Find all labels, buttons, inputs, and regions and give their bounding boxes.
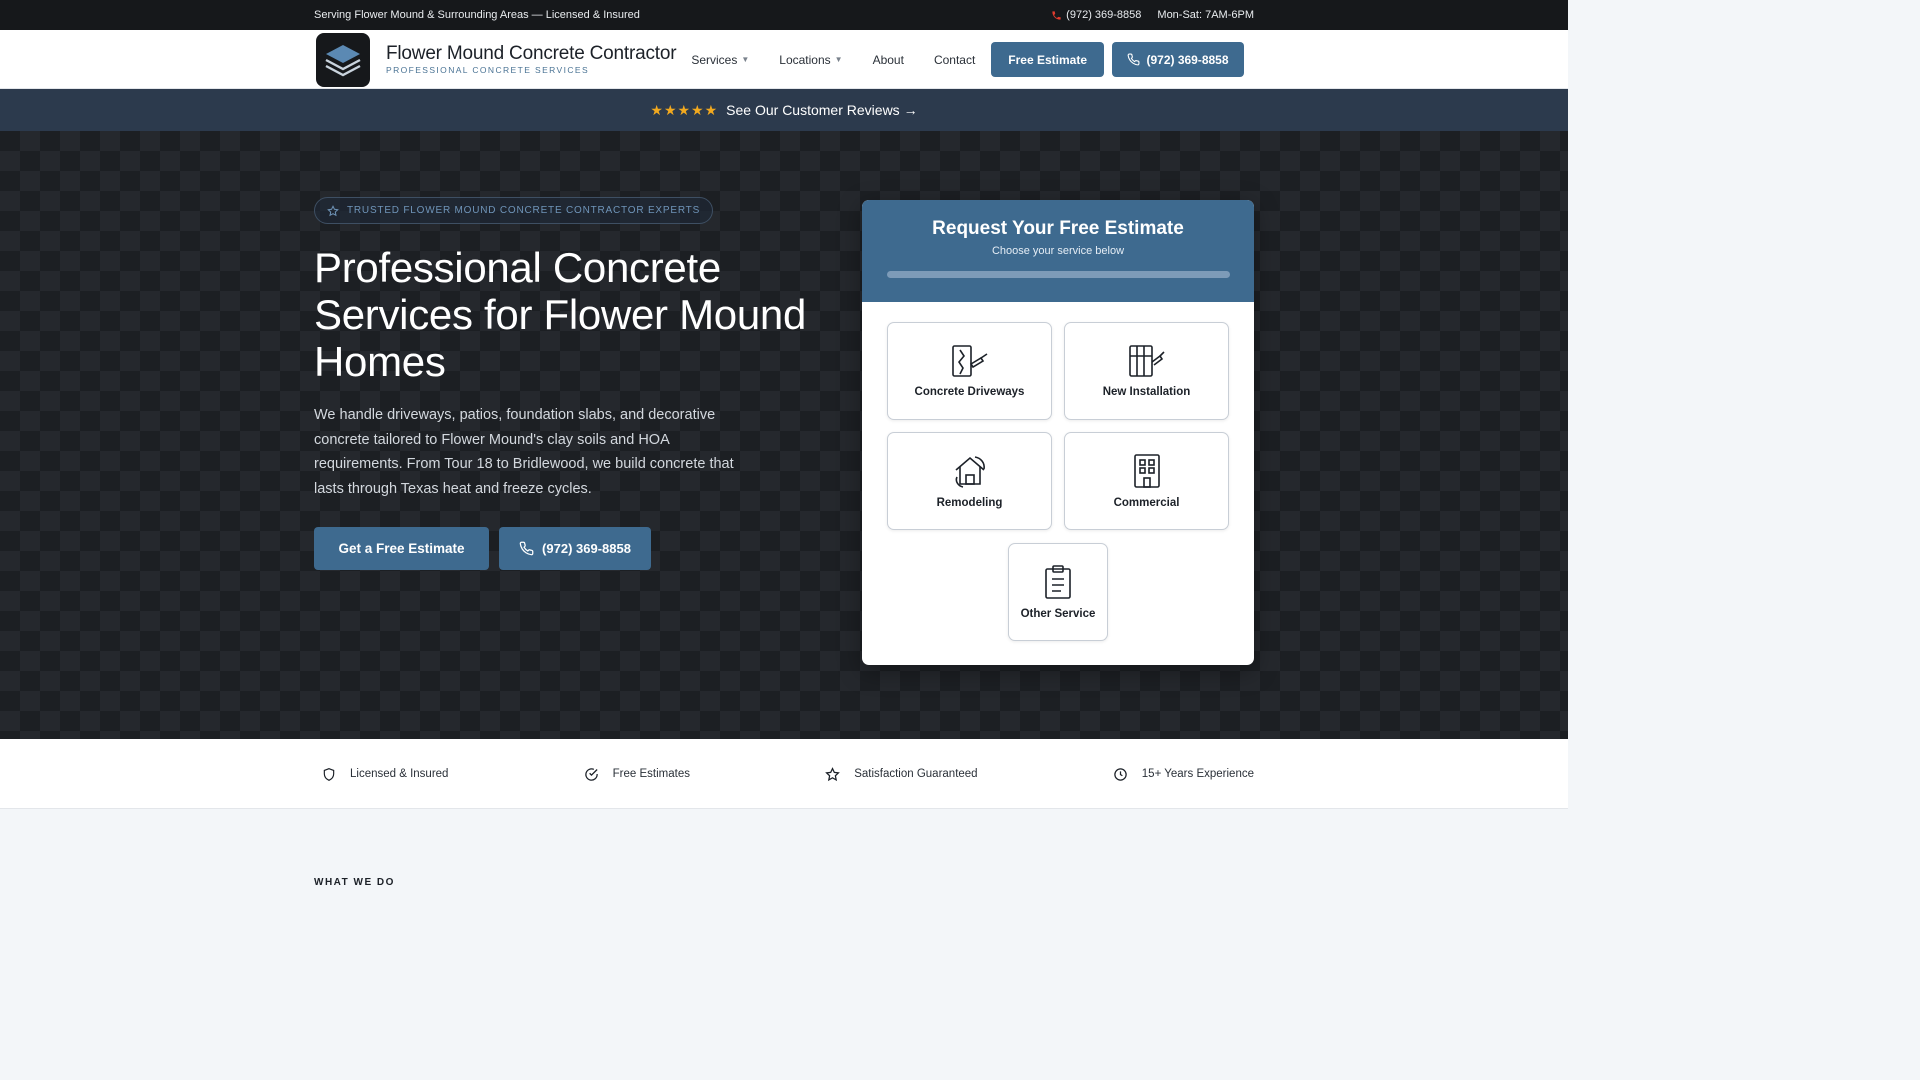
service-option-driveways[interactable]: Concrete Driveways xyxy=(887,322,1052,420)
reviews-link[interactable]: See Our Customer Reviews → xyxy=(726,102,917,118)
hero-section: TRUSTED FLOWER MOUND CONCRETE CONTRACTOR… xyxy=(0,131,1568,739)
trust-label: 15+ Years Experience xyxy=(1141,768,1254,780)
service-options: Concrete Driveways New Installation Remo… xyxy=(862,302,1254,665)
hero-cta-group: Get a Free Estimate (972) 369-8858 xyxy=(314,527,834,570)
hero-description: We handle driveways, patios, foundation … xyxy=(314,407,734,497)
nav-contact[interactable]: Contact xyxy=(934,53,975,67)
get-estimate-button[interactable]: Get a Free Estimate xyxy=(314,527,489,570)
trust-item-licensed: Licensed & Insured xyxy=(322,767,448,782)
services-section: WHAT WE DO xyxy=(0,809,1568,888)
business-hours: Mon-Sat: 7AM-6PM xyxy=(1157,9,1254,21)
form-progress-bar xyxy=(886,271,1230,278)
trust-badge-text: TRUSTED FLOWER MOUND CONCRETE CONTRACTOR… xyxy=(347,205,701,216)
caret-down-icon: ▼ xyxy=(834,55,843,64)
service-label: Concrete Driveways xyxy=(914,386,1025,398)
logo[interactable] xyxy=(316,32,370,87)
service-label: New Installation xyxy=(1102,386,1191,398)
trust-label: Licensed & Insured xyxy=(350,768,449,780)
top-bar: Serving Flower Mound & Surrounding Areas… xyxy=(0,0,1568,30)
header-phone-label: (972) 369-8858 xyxy=(1146,52,1229,67)
topbar-phone-link[interactable]: (972) 369-8858 xyxy=(1051,9,1141,21)
site-header: Flower Mound Concrete Contractor PROFESS… xyxy=(0,30,1568,89)
rating-stars-icon: ★★★★★ xyxy=(650,101,719,118)
check-circle-icon xyxy=(584,767,598,781)
estimate-form-title: Request Your Free Estimate xyxy=(932,218,1184,239)
hero-title: Professional Concrete Services for Flowe… xyxy=(314,244,807,385)
trust-item-estimates: Free Estimates xyxy=(584,767,690,782)
service-option-new-installation[interactable]: New Installation xyxy=(1064,322,1229,420)
header-phone-button[interactable]: (972) 369-8858 xyxy=(1112,42,1244,77)
clipboard-icon xyxy=(1045,565,1071,599)
free-estimate-button[interactable]: Free Estimate xyxy=(991,42,1104,77)
nav-locations-label: Locations xyxy=(779,52,831,67)
hero-phone-label: (972) 369-8858 xyxy=(542,541,631,556)
service-option-other[interactable]: Other Service xyxy=(1008,543,1108,641)
estimate-form-header: Request Your Free Estimate Choose your s… xyxy=(862,200,1254,302)
trust-item-experience: 15+ Years Experience xyxy=(1113,767,1254,782)
service-area-text: Serving Flower Mound & Surrounding Areas… xyxy=(314,9,640,21)
phone-icon xyxy=(1128,53,1140,66)
trust-label: Satisfaction Guaranteed xyxy=(854,768,978,780)
service-label: Other Service xyxy=(1020,608,1096,620)
trust-strip: Licensed & Insured Free Estimates Satisf… xyxy=(0,739,1568,809)
nav-locations[interactable]: Locations ▼ xyxy=(779,53,842,67)
star-icon xyxy=(825,766,841,781)
phone-icon xyxy=(519,541,534,556)
clock-icon xyxy=(1114,767,1127,781)
brand[interactable]: Flower Mound Concrete Contractor PROFESS… xyxy=(386,43,677,76)
installation-icon xyxy=(1128,345,1165,377)
estimate-form-card: Request Your Free Estimate Choose your s… xyxy=(862,200,1254,665)
service-label: Commercial xyxy=(1113,497,1180,509)
star-outline-icon xyxy=(327,204,339,216)
home-remodel-icon xyxy=(954,456,985,488)
trust-item-satisfaction: Satisfaction Guaranteed xyxy=(825,766,978,782)
nav-about[interactable]: About xyxy=(873,53,904,67)
topbar-phone-number: (972) 369-8858 xyxy=(1066,9,1142,21)
caret-down-icon: ▼ xyxy=(741,55,750,64)
main-nav: Services ▼ Locations ▼ About Contact xyxy=(691,53,991,67)
nav-services[interactable]: Services ▼ xyxy=(691,53,749,67)
shield-icon xyxy=(323,767,335,781)
reviews-bar[interactable]: ★★★★★ See Our Customer Reviews → xyxy=(0,89,1568,131)
brand-name: Flower Mound Concrete Contractor xyxy=(386,43,677,64)
building-icon xyxy=(1133,454,1160,488)
trust-badge: TRUSTED FLOWER MOUND CONCRETE CONTRACTOR… xyxy=(314,197,714,224)
service-option-remodeling[interactable]: Remodeling xyxy=(887,432,1052,530)
service-label: Remodeling xyxy=(936,497,1003,509)
layers-logo-icon xyxy=(325,44,361,76)
service-option-commercial[interactable]: Commercial xyxy=(1064,432,1229,530)
hero-content: TRUSTED FLOWER MOUND CONCRETE CONTRACTOR… xyxy=(314,197,834,570)
estimate-form-subtitle: Choose your service below xyxy=(991,245,1125,257)
driveway-icon xyxy=(951,345,987,377)
phone-icon xyxy=(1052,10,1061,20)
trust-label: Free Estimates xyxy=(612,768,690,780)
nav-services-label: Services xyxy=(691,52,738,67)
hero-phone-button[interactable]: (972) 369-8858 xyxy=(499,527,651,570)
section-eyebrow: WHAT WE DO xyxy=(314,877,395,888)
brand-tagline: PROFESSIONAL CONCRETE SERVICES xyxy=(386,65,590,75)
